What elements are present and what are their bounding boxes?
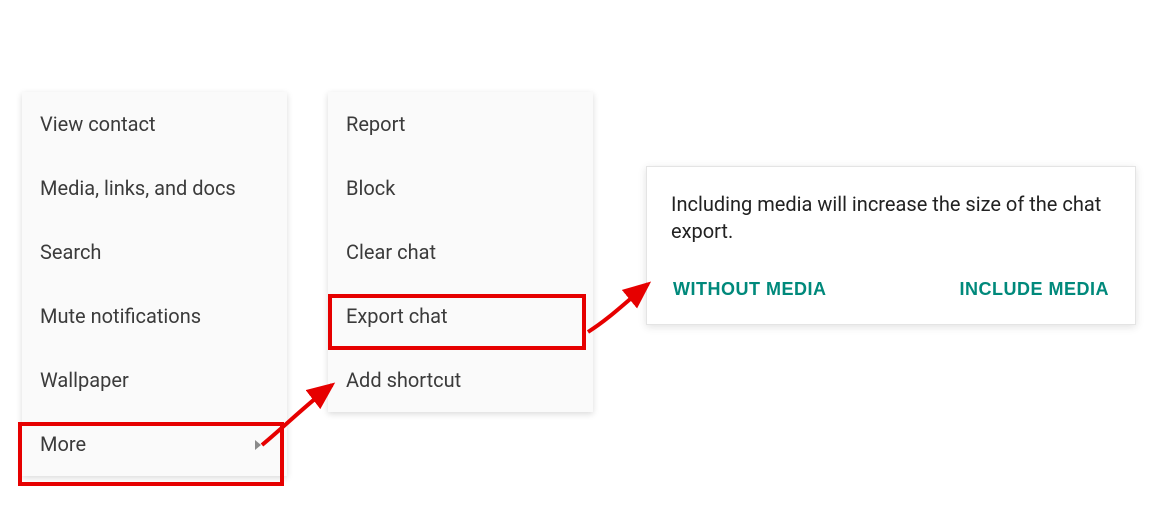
menu-item-mute-notifications[interactable]: Mute notifications (22, 284, 287, 348)
menu-item-view-contact[interactable]: View contact (22, 92, 287, 156)
menu-item-label: View contact (40, 112, 156, 136)
dialog-message: Including media will increase the size o… (671, 191, 1111, 245)
menu-item-label: More (40, 432, 86, 456)
menu-item-label: Clear chat (346, 240, 436, 264)
menu-item-search[interactable]: Search (22, 220, 287, 284)
export-chat-dialog: Including media will increase the size o… (646, 166, 1136, 325)
menu-item-label: Search (40, 240, 101, 264)
menu-item-wallpaper[interactable]: Wallpaper (22, 348, 287, 412)
chat-more-submenu: Report Block Clear chat Export chat Add … (328, 92, 593, 412)
chat-options-menu: View contact Media, links, and docs Sear… (22, 92, 287, 476)
chevron-right-icon (254, 432, 263, 456)
menu-item-report[interactable]: Report (328, 92, 593, 156)
menu-item-media-links-docs[interactable]: Media, links, and docs (22, 156, 287, 220)
menu-item-label: Mute notifications (40, 304, 201, 328)
menu-item-add-shortcut[interactable]: Add shortcut (328, 348, 593, 412)
menu-item-clear-chat[interactable]: Clear chat (328, 220, 593, 284)
menu-item-label: Report (346, 112, 405, 136)
without-media-button[interactable]: WITHOUT MEDIA (671, 275, 828, 304)
menu-item-label: Block (346, 176, 395, 200)
menu-item-export-chat[interactable]: Export chat (328, 284, 593, 348)
menu-item-block[interactable]: Block (328, 156, 593, 220)
menu-item-more[interactable]: More (22, 412, 287, 476)
include-media-button[interactable]: INCLUDE MEDIA (958, 275, 1112, 304)
menu-item-label: Export chat (346, 304, 448, 328)
dialog-actions: WITHOUT MEDIA INCLUDE MEDIA (671, 275, 1111, 304)
menu-item-label: Wallpaper (40, 368, 129, 392)
menu-item-label: Media, links, and docs (40, 176, 236, 200)
menu-item-label: Add shortcut (346, 368, 461, 392)
